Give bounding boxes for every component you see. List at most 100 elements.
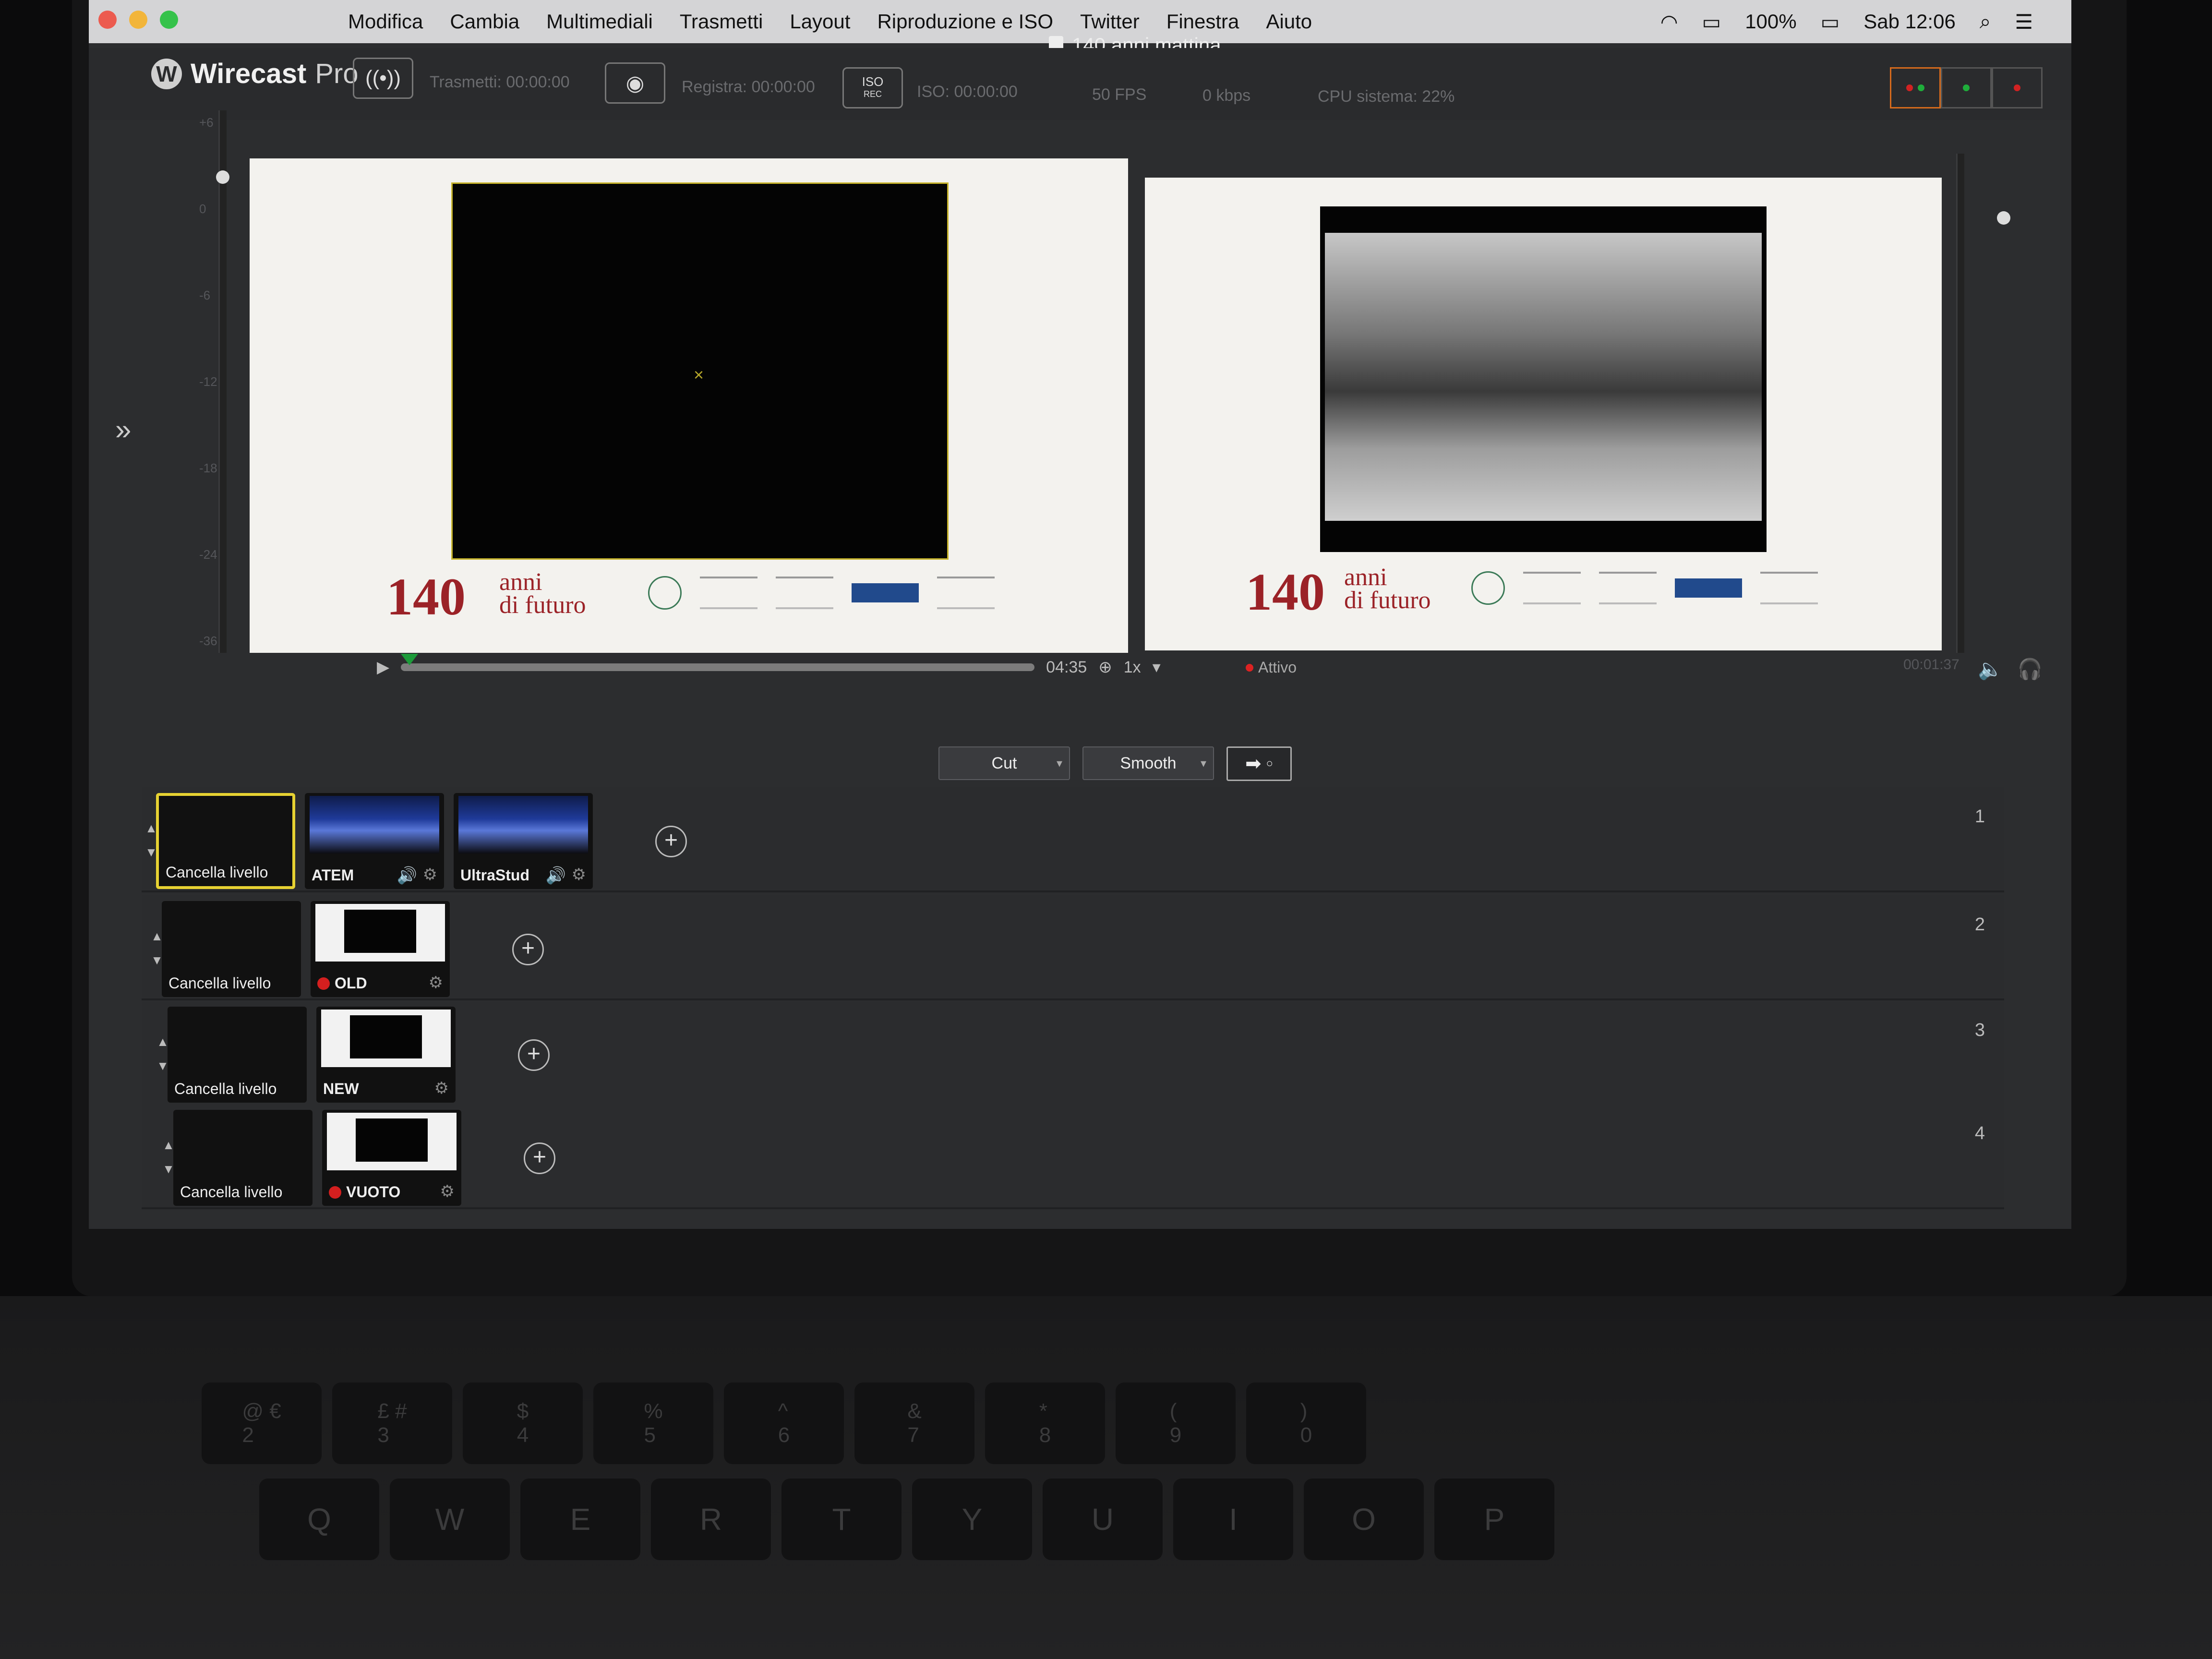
playhead-icon[interactable] bbox=[401, 654, 419, 665]
sponsor-logo bbox=[852, 583, 919, 602]
sponsor-logo bbox=[1675, 578, 1742, 598]
record-button[interactable]: ◉ bbox=[605, 62, 665, 104]
keyboard-key[interactable]: Y bbox=[912, 1479, 1032, 1560]
layer-number: 3 bbox=[1974, 1020, 1985, 1040]
menu-item[interactable]: Modifica bbox=[348, 10, 423, 33]
shot-thumbnail bbox=[315, 904, 445, 962]
battery-icon[interactable]: ▭ bbox=[1821, 10, 1840, 34]
speaker-icon[interactable]: 🔊 bbox=[546, 866, 566, 885]
gear-icon[interactable]: ⚙ bbox=[572, 865, 586, 884]
gear-icon[interactable]: ⚙ bbox=[434, 1079, 449, 1098]
clear-layer-shot[interactable]: Cancella livello bbox=[156, 793, 295, 889]
keyboard-key[interactable]: R bbox=[651, 1479, 771, 1560]
chevron-down-icon[interactable]: ▾ bbox=[1153, 658, 1161, 677]
keyboard-key[interactable]: * 8 bbox=[985, 1382, 1105, 1464]
keyboard-key[interactable]: T bbox=[781, 1479, 902, 1560]
menu-item[interactable]: Multimediali bbox=[546, 10, 653, 33]
menu-item[interactable]: Cambia bbox=[450, 10, 519, 33]
clock[interactable]: Sab 12:06 bbox=[1863, 10, 1956, 33]
chevron-down-icon[interactable]: ▾ bbox=[1057, 757, 1062, 770]
add-shot-button[interactable]: + bbox=[524, 1142, 555, 1174]
play-icon[interactable]: ▶ bbox=[377, 658, 389, 677]
menu-item[interactable]: Riproduzione e ISO bbox=[877, 10, 1053, 33]
zoom-icon[interactable]: ⊕ bbox=[1098, 658, 1112, 677]
menu-item[interactable]: Trasmetti bbox=[680, 10, 763, 33]
menu-status: ◠ ▭ 100% ▭ Sab 12:06 ⌕ ☰ bbox=[1660, 0, 2033, 43]
add-shot-button[interactable]: + bbox=[655, 826, 687, 857]
keyboard-key[interactable]: Q bbox=[259, 1479, 379, 1560]
smooth-transition-button[interactable]: Smooth ▾ bbox=[1082, 746, 1214, 780]
notification-center-icon[interactable]: ☰ bbox=[2015, 10, 2033, 34]
keyboard-key[interactable]: ( 9 bbox=[1116, 1382, 1236, 1464]
live-monitor[interactable]: 140 anni di futuro bbox=[1145, 178, 1942, 650]
keyboard-key[interactable]: ^ 6 bbox=[724, 1382, 844, 1464]
close-window-button[interactable] bbox=[98, 11, 117, 29]
shot-atem[interactable]: ATEM 🔊 ⚙ bbox=[305, 793, 444, 889]
speaker-icon[interactable]: 🔈 bbox=[1978, 658, 2003, 681]
brand-word-2: di futuro bbox=[1344, 587, 1431, 614]
gear-icon[interactable]: ⚙ bbox=[423, 865, 437, 884]
headphones-icon[interactable]: 🎧 bbox=[2018, 658, 2043, 681]
app-logo: W Wirecast Pro bbox=[151, 58, 359, 90]
menu-item[interactable]: Aiuto bbox=[1266, 10, 1312, 33]
preview-volume-knob[interactable] bbox=[216, 170, 229, 184]
cut-transition-button[interactable]: Cut ▾ bbox=[938, 746, 1070, 780]
keyboard-key[interactable]: @ € 2 bbox=[202, 1382, 322, 1464]
shot-label: UltraStud bbox=[460, 866, 529, 884]
live-only-button[interactable] bbox=[1992, 67, 2043, 108]
record-indicator-icon bbox=[317, 977, 330, 990]
shot-new[interactable]: NEW ⚙ bbox=[316, 1007, 456, 1103]
keyboard-key[interactable]: I bbox=[1173, 1479, 1293, 1560]
expand-sidebar-icon[interactable]: » bbox=[115, 413, 131, 446]
live-volume-knob[interactable] bbox=[1997, 211, 2010, 225]
chevron-down-icon[interactable]: ▾ bbox=[1201, 757, 1206, 770]
live-status-dot bbox=[1246, 663, 1253, 672]
keyboard-key[interactable]: O bbox=[1304, 1479, 1424, 1560]
playback-speed-select[interactable]: 1x bbox=[1124, 658, 1141, 677]
clear-layer-shot[interactable]: Cancella livello bbox=[162, 901, 301, 997]
center-marker-icon: × bbox=[694, 365, 704, 385]
shot-vuoto[interactable]: VUOTO ⚙ bbox=[322, 1110, 461, 1206]
gear-icon[interactable]: ⚙ bbox=[429, 973, 443, 992]
zoom-window-button[interactable] bbox=[160, 11, 178, 29]
wifi-icon[interactable]: ◠ bbox=[1660, 10, 1678, 34]
menu-item[interactable]: Layout bbox=[790, 10, 850, 33]
iso-record-button[interactable]: ISO REC bbox=[842, 67, 903, 108]
spotlight-search-icon[interactable]: ⌕ bbox=[1980, 10, 1991, 34]
record-icon: ◉ bbox=[625, 71, 645, 95]
preview-only-button[interactable] bbox=[1941, 67, 1992, 108]
add-shot-button[interactable]: + bbox=[512, 934, 544, 965]
menu-item[interactable]: Finestra bbox=[1166, 10, 1239, 33]
minimize-window-button[interactable] bbox=[129, 11, 147, 29]
go-button[interactable]: ➡ ○ bbox=[1226, 746, 1292, 781]
menu-item[interactable]: Twitter bbox=[1080, 10, 1140, 33]
keyboard-key[interactable]: % 5 bbox=[593, 1382, 713, 1464]
brand-word-1: anni bbox=[499, 568, 542, 596]
airplay-icon[interactable]: ▭ bbox=[1702, 10, 1721, 34]
keyboard-key[interactable]: U bbox=[1043, 1479, 1163, 1560]
add-shot-button[interactable]: + bbox=[518, 1039, 550, 1071]
keyboard-key[interactable]: ) 0 bbox=[1246, 1382, 1366, 1464]
tally-red-dot bbox=[2014, 84, 2020, 91]
speaker-icon[interactable]: 🔊 bbox=[397, 866, 417, 885]
keyboard-key[interactable]: $ 4 bbox=[463, 1382, 583, 1464]
shot-label: ATEM bbox=[312, 866, 354, 884]
stream-button[interactable]: ((•)) bbox=[353, 58, 413, 99]
battery-percent: 100% bbox=[1745, 10, 1797, 33]
keyboard-key[interactable]: & 7 bbox=[854, 1382, 974, 1464]
clear-layer-label: Cancella livello bbox=[180, 1183, 283, 1201]
keyboard-key[interactable]: £ # 3 bbox=[332, 1382, 452, 1464]
clear-layer-shot[interactable]: Cancella livello bbox=[168, 1007, 307, 1103]
shot-ultrastud[interactable]: UltraStud 🔊 ⚙ bbox=[454, 793, 593, 889]
keyboard-key[interactable]: E bbox=[520, 1479, 640, 1560]
gear-icon[interactable]: ⚙ bbox=[440, 1182, 455, 1201]
preview-scrubber[interactable] bbox=[401, 654, 1035, 671]
output-audio-controls: 🔈 🎧 bbox=[1978, 658, 2043, 681]
clear-layer-shot[interactable]: Cancella livello bbox=[173, 1110, 313, 1206]
keyboard-key[interactable]: W bbox=[390, 1479, 510, 1560]
preview-monitor[interactable]: × 140 anni di futuro bbox=[250, 158, 1128, 653]
shot-old[interactable]: OLD ⚙ bbox=[311, 901, 450, 997]
shot-thumbnail bbox=[327, 1113, 457, 1170]
keyboard-key[interactable]: P bbox=[1434, 1479, 1554, 1560]
dual-view-button[interactable] bbox=[1890, 67, 1941, 108]
